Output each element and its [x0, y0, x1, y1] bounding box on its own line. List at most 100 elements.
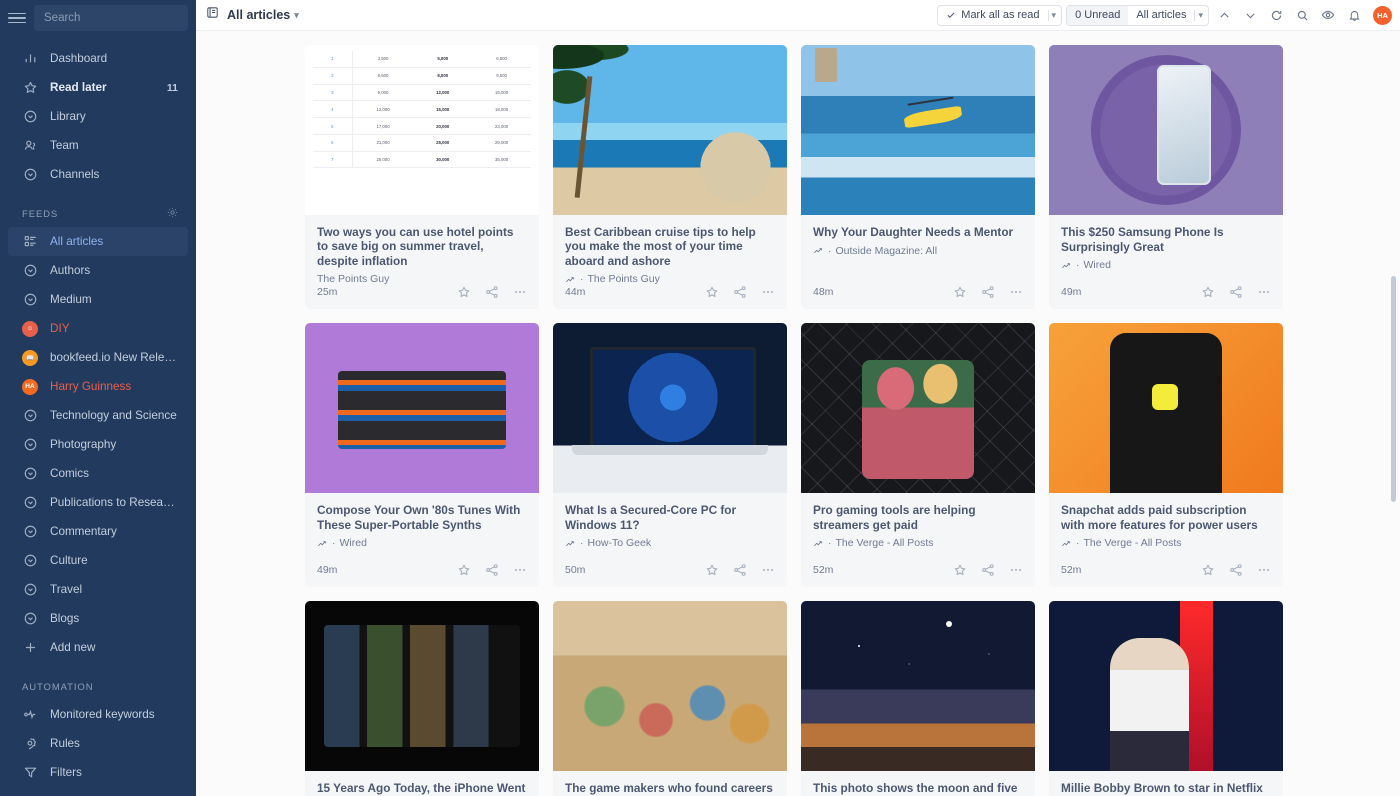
- table-cell: 18,000: [472, 100, 531, 119]
- sidebar-feed-all-articles[interactable]: All articles: [8, 227, 188, 256]
- article-thumbnail[interactable]: [801, 323, 1035, 493]
- article-card[interactable]: 15 Years Ago Today, the iPhone Went On S…: [305, 601, 539, 796]
- sidebar-item-dashboard[interactable]: Dashboard: [8, 44, 188, 73]
- sidebar-feed-publications-to-research[interactable]: Publications to Research: [8, 488, 188, 517]
- gear-icon[interactable]: [167, 207, 178, 221]
- sidebar-automation-monitored-keywords[interactable]: Monitored keywords: [8, 700, 188, 729]
- table-thumbnail: 1 3,500 5,000 6,500 2 6,500 8,000 9,500 3 9,000 12…: [305, 45, 539, 215]
- sidebar-feed-blogs[interactable]: Blogs: [8, 604, 188, 633]
- article-source-label: How-To Geek: [587, 537, 652, 549]
- share-article-button[interactable]: [485, 285, 499, 299]
- article-thumbnail[interactable]: [553, 601, 787, 771]
- sidebar-feed-photography[interactable]: Photography: [8, 430, 188, 459]
- sidebar-automation-filters[interactable]: Filters: [8, 758, 188, 787]
- sidebar-feed-harry-guinness[interactable]: HA Harry Guinness: [8, 372, 188, 401]
- article-card[interactable]: 1 3,500 5,000 6,500 2 6,500 8,000 9,500 3 9,000 12…: [305, 45, 539, 309]
- table-cell: 7: [313, 151, 353, 169]
- article-thumbnail[interactable]: 1 3,500 5,000 6,500 2 6,500 8,000 9,500 3 9,000 12…: [305, 45, 539, 215]
- article-card[interactable]: Pro gaming tools are helping streamers g…: [801, 323, 1035, 587]
- article-card[interactable]: This photo shows the moon and five plane…: [801, 601, 1035, 796]
- sidebar-feed-culture[interactable]: Culture: [8, 546, 188, 575]
- article-card[interactable]: Snapchat adds paid subscription with mor…: [1049, 323, 1283, 587]
- share-article-button[interactable]: [981, 285, 995, 299]
- article-more-button[interactable]: [1009, 563, 1023, 577]
- top-toolbar: All articles ▾ Mark all as read ▾ 0 Unre…: [196, 0, 1400, 31]
- article-card[interactable]: Compose Your Own '80s Tunes With These S…: [305, 323, 539, 587]
- article-more-button[interactable]: [1257, 563, 1271, 577]
- sidebar-feed-diy[interactable]: ☺ DIY: [8, 314, 188, 343]
- share-article-button[interactable]: [485, 563, 499, 577]
- article-thumbnail[interactable]: [1049, 45, 1283, 215]
- article-card[interactable]: What Is a Secured-Core PC for Windows 11…: [553, 323, 787, 587]
- search-input[interactable]: Search: [34, 5, 188, 31]
- article-more-button[interactable]: [761, 563, 775, 577]
- share-article-button[interactable]: [1229, 285, 1243, 299]
- save-article-button[interactable]: [457, 285, 471, 299]
- article-thumbnail-image: [801, 45, 1035, 215]
- mark-all-dropdown-button[interactable]: ▾: [1049, 6, 1062, 25]
- more-options-icon: [1258, 568, 1270, 572]
- article-thumbnail[interactable]: [305, 601, 539, 771]
- sidebar-item-library[interactable]: Library: [8, 102, 188, 131]
- article-footer: 52m: [801, 563, 1035, 587]
- sidebar-feed-technology-and-science[interactable]: Technology and Science: [8, 401, 188, 430]
- article-thumbnail[interactable]: [801, 45, 1035, 215]
- article-thumbnail[interactable]: [553, 45, 787, 215]
- table-cell: 15,000: [413, 100, 473, 119]
- sidebar-feed-travel[interactable]: Travel: [8, 575, 188, 604]
- share-article-button[interactable]: [1229, 563, 1243, 577]
- article-card[interactable]: Millie Bobby Brown to star in Netflix sc…: [1049, 601, 1283, 796]
- save-article-button[interactable]: [1201, 563, 1215, 577]
- article-thumbnail[interactable]: [1049, 323, 1283, 493]
- unread-count-button[interactable]: 0 Unread: [1067, 5, 1129, 25]
- article-more-button[interactable]: [513, 563, 527, 577]
- sidebar-feed-add-new[interactable]: Add new: [8, 633, 188, 662]
- article-card[interactable]: Why Your Daughter Needs a Mentor · Outsi…: [801, 45, 1035, 309]
- mark-all-as-read-button[interactable]: Mark all as read: [938, 6, 1047, 25]
- share-article-button[interactable]: [733, 285, 747, 299]
- article-more-button[interactable]: [1257, 285, 1271, 299]
- sidebar-automation-label: Filters: [50, 766, 82, 779]
- article-card[interactable]: Best Caribbean cruise tips to help you m…: [553, 45, 787, 309]
- save-article-button[interactable]: [705, 285, 719, 299]
- sidebar-item-team[interactable]: Team: [8, 131, 188, 160]
- avatar[interactable]: HA: [1373, 5, 1392, 25]
- previous-article-button[interactable]: [1213, 4, 1235, 26]
- save-article-button[interactable]: [457, 563, 471, 577]
- page-title[interactable]: All articles ▾: [227, 8, 299, 22]
- article-card[interactable]: The game makers who found careers as ass…: [553, 601, 787, 796]
- sidebar-feed-comics[interactable]: Comics: [8, 459, 188, 488]
- article-more-button[interactable]: [513, 285, 527, 299]
- search-button[interactable]: [1291, 4, 1313, 26]
- save-article-button[interactable]: [705, 563, 719, 577]
- view-filter-dropdown-button[interactable]: ▾: [1195, 6, 1208, 25]
- article-thumbnail[interactable]: [553, 323, 787, 493]
- next-article-button[interactable]: [1239, 4, 1261, 26]
- article-more-button[interactable]: [1009, 285, 1023, 299]
- table-cell: 12,000: [413, 84, 473, 102]
- article-thumbnail[interactable]: [801, 601, 1035, 771]
- sidebar-automation-rules[interactable]: Rules: [8, 729, 188, 758]
- refresh-button[interactable]: [1265, 4, 1287, 26]
- article-thumbnail[interactable]: [305, 323, 539, 493]
- view-options-button[interactable]: [1317, 4, 1339, 26]
- sidebar-item-read-later[interactable]: Read later 11: [8, 73, 188, 102]
- save-article-button[interactable]: [953, 563, 967, 577]
- article-thumbnail[interactable]: [1049, 601, 1283, 771]
- sidebar-feed-authors[interactable]: Authors: [8, 256, 188, 285]
- hamburger-menu-icon[interactable]: [8, 9, 26, 27]
- article-card[interactable]: This $250 Samsung Phone Is Surprisingly …: [1049, 45, 1283, 309]
- notifications-button[interactable]: [1343, 4, 1365, 26]
- article-source: · How-To Geek: [565, 537, 775, 549]
- save-article-button[interactable]: [1201, 285, 1215, 299]
- share-article-button[interactable]: [981, 563, 995, 577]
- sidebar-feed-medium[interactable]: Medium: [8, 285, 188, 314]
- sidebar-feed-commentary[interactable]: Commentary: [8, 517, 188, 546]
- article-more-button[interactable]: [761, 285, 775, 299]
- save-article-button[interactable]: [953, 285, 967, 299]
- view-filter-button[interactable]: All articles: [1128, 6, 1194, 25]
- sidebar-feed-bookfeed-io-new-releas[interactable]: 📖 bookfeed.io New Releas…: [8, 343, 188, 372]
- share-article-button[interactable]: [733, 563, 747, 577]
- chevron-circle-icon: [22, 167, 38, 183]
- sidebar-item-channels[interactable]: Channels: [8, 160, 188, 189]
